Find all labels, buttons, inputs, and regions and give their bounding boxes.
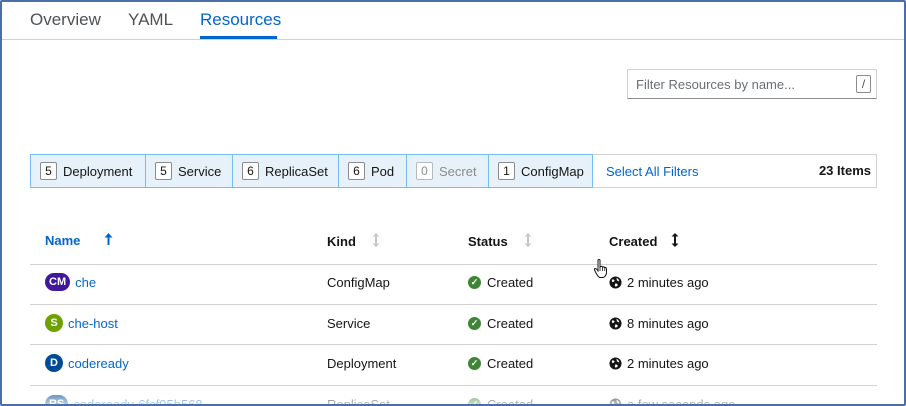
resources-panel: Overview YAML Resources / 5 Deployment 5… <box>0 0 906 406</box>
sort-icon <box>524 233 532 250</box>
hand-cursor-icon <box>593 259 607 278</box>
status-header-label: Status <box>468 234 508 249</box>
configmap-count: 1 <box>498 162 515 180</box>
table-cell-kind: ConfigMap <box>327 275 390 290</box>
deployment-label: Deployment <box>63 163 133 179</box>
globe-icon <box>609 317 622 330</box>
service-badge: S <box>45 314 63 332</box>
keyboard-shortcut-hint: / <box>856 75 871 93</box>
filter-resources-input[interactable] <box>628 70 848 98</box>
row-divider <box>30 385 877 386</box>
check-circle-icon: ✓ <box>468 357 481 370</box>
table-cell-created: 2 minutes ago <box>609 356 709 371</box>
select-all-filters-link[interactable]: Select All Filters <box>606 164 698 179</box>
row-divider <box>30 304 877 305</box>
filter-configmap-button[interactable]: 1 ConfigMap <box>488 154 593 188</box>
tab-bar: Overview YAML Resources <box>2 2 904 40</box>
name-header-label: Name <box>45 233 81 248</box>
filter-replicaset-button[interactable]: 6 ReplicaSet <box>232 154 339 188</box>
created-text: 2 minutes ago <box>627 356 709 371</box>
table-cell-created: 8 minutes ago <box>609 316 709 331</box>
globe-icon <box>609 357 622 370</box>
service-label: Service <box>178 163 222 179</box>
row-divider <box>30 264 877 265</box>
status-text: Created <box>487 275 534 290</box>
secret-count: 0 <box>416 162 433 180</box>
table-cell-created: 2 minutes ago <box>609 275 709 290</box>
tab-overview[interactable]: Overview <box>30 10 101 30</box>
pod-count: 6 <box>348 162 365 180</box>
deployment-badge: D <box>45 354 63 372</box>
filter-service-button[interactable]: 5 Service <box>145 154 233 188</box>
tab-yaml[interactable]: YAML <box>128 10 173 30</box>
created-text: 8 minutes ago <box>627 316 709 331</box>
column-header-status[interactable]: Status <box>468 233 532 250</box>
tab-resources[interactable]: Resources <box>200 10 281 30</box>
kind-filter-bar: 5 Deployment 5 Service 6 ReplicaSet 6 Po… <box>30 154 877 188</box>
configmap-badge: CM <box>45 273 71 291</box>
status-text: Created <box>487 316 534 331</box>
replicaset-count: 6 <box>242 162 259 180</box>
filter-resources-box: / <box>627 69 877 99</box>
active-tab-indicator <box>200 36 277 39</box>
column-header-kind[interactable]: Kind <box>327 233 380 250</box>
bottom-fade <box>2 390 904 404</box>
table-cell-kind: Service <box>327 316 371 331</box>
sort-icon <box>372 233 380 250</box>
filter-deployment-button[interactable]: 5 Deployment <box>30 154 146 188</box>
column-header-name[interactable]: Name <box>45 233 113 248</box>
items-count: 23 Items <box>818 163 871 178</box>
filter-secret-button[interactable]: 0 Secret <box>406 154 489 188</box>
check-circle-icon: ✓ <box>468 317 481 330</box>
pod-label: Pod <box>371 163 395 179</box>
replicaset-label: ReplicaSet <box>265 163 328 179</box>
table-cell-status: ✓ Created <box>468 316 533 331</box>
filter-pod-button[interactable]: 6 Pod <box>338 154 407 188</box>
table-row-name: CM che <box>45 273 96 291</box>
created-header-label: Created <box>609 234 658 249</box>
globe-icon <box>609 276 622 289</box>
configmap-label: ConfigMap <box>521 163 584 179</box>
deployment-count: 5 <box>40 162 57 180</box>
resource-link[interactable]: che-host <box>68 316 118 331</box>
table-cell-kind: Deployment <box>327 356 397 371</box>
resource-link[interactable]: che <box>75 275 96 290</box>
kind-header-label: Kind <box>327 234 356 249</box>
table-cell-status: ✓ Created <box>468 275 533 290</box>
resource-link[interactable]: codeready <box>68 356 129 371</box>
check-circle-icon: ✓ <box>468 276 481 289</box>
secret-label: Secret <box>439 163 477 179</box>
sort-active-icon <box>671 233 679 250</box>
table-row-name: D codeready <box>45 354 129 372</box>
service-count: 5 <box>155 162 172 180</box>
status-text: Created <box>487 356 534 371</box>
created-text: 2 minutes ago <box>627 275 709 290</box>
column-header-created[interactable]: Created <box>609 233 679 250</box>
table-row-name: S che-host <box>45 314 118 332</box>
table-cell-status: ✓ Created <box>468 356 533 371</box>
arrow-up-icon <box>104 233 113 248</box>
row-divider <box>30 344 877 345</box>
